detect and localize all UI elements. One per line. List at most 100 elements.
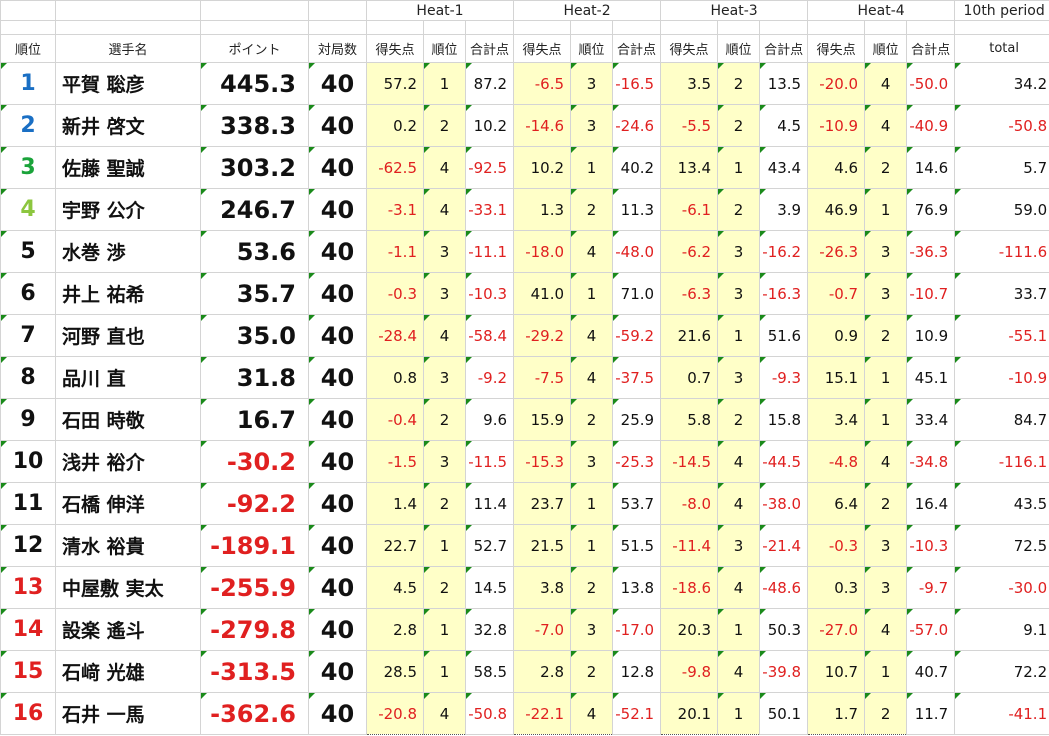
heat-2-score-cell[interactable]: 23.7	[513, 482, 572, 525]
heat-1-title[interactable]: Heat-1	[365, 0, 515, 21]
heat-2-cumulative-cell[interactable]: 71.0	[612, 272, 662, 315]
heat-2-cumulative-cell[interactable]: 12.8	[612, 650, 662, 693]
heat-4-score-cell[interactable]: 4.6	[807, 146, 866, 189]
heat-2-score-cell[interactable]: -14.6	[513, 104, 572, 147]
heat-4-cumulative-cell[interactable]: -10.3	[906, 524, 956, 567]
total-cell[interactable]: -41.1	[954, 692, 1049, 735]
games-cell[interactable]: 40	[308, 398, 367, 441]
heat-4-place-cell[interactable]: 4	[864, 62, 908, 105]
heat-2-score-cell[interactable]: 21.5	[513, 524, 572, 567]
heat-1-score-cell[interactable]: 57.2	[366, 62, 424, 105]
points-cell[interactable]: 445.3	[200, 62, 309, 105]
header-h1-score[interactable]: 得失点	[366, 34, 424, 63]
heat-3-cumulative-cell[interactable]: 15.8	[759, 398, 809, 441]
games-cell[interactable]: 40	[308, 482, 367, 525]
header-h3-place[interactable]: 順位	[717, 34, 761, 63]
heat-3-cumulative-cell[interactable]: 3.9	[759, 188, 809, 231]
heat-2-place-cell[interactable]: 4	[570, 314, 614, 357]
heat-2-score-cell[interactable]: -7.0	[513, 608, 572, 651]
heat-1-cumulative-cell[interactable]: -11.1	[464, 230, 515, 273]
heat-4-score-cell[interactable]: -26.3	[807, 230, 866, 273]
heat-4-cumulative-cell[interactable]: 14.6	[906, 146, 956, 189]
heat-4-place-cell[interactable]: 2	[864, 692, 908, 735]
player-name-cell[interactable]: 水巻 渉	[55, 230, 201, 273]
heat-2-score-cell[interactable]: 41.0	[513, 272, 572, 315]
heat-3-cumulative-cell[interactable]: 50.3	[759, 608, 809, 651]
heat-4-score-cell[interactable]: 46.9	[807, 188, 866, 231]
heat-3-place-cell[interactable]: 1	[717, 146, 761, 189]
heat-1-place-cell[interactable]: 4	[423, 314, 466, 357]
heat-1-cumulative-cell[interactable]: 10.2	[464, 104, 515, 147]
heat-3-score-cell[interactable]: -11.4	[660, 524, 719, 567]
heat-4-place-cell[interactable]: 4	[864, 608, 908, 651]
blank-cell[interactable]	[660, 20, 719, 35]
games-cell[interactable]: 40	[308, 314, 367, 357]
period-title[interactable]: 10th period	[954, 0, 1049, 21]
heat-4-score-cell[interactable]: 10.7	[807, 650, 866, 693]
rank-cell[interactable]: 2	[0, 104, 56, 147]
heat-1-cumulative-cell[interactable]: 9.6	[464, 398, 515, 441]
blank-cell[interactable]	[55, 0, 201, 21]
blank-cell[interactable]	[366, 20, 424, 35]
points-cell[interactable]: -255.9	[200, 566, 309, 609]
heat-1-cumulative-cell[interactable]: 14.5	[464, 566, 515, 609]
total-cell[interactable]: -30.0	[954, 566, 1049, 609]
heat-3-score-cell[interactable]: -8.0	[660, 482, 719, 525]
heat-3-cumulative-cell[interactable]: 43.4	[759, 146, 809, 189]
heat-2-cumulative-cell[interactable]: -25.3	[612, 440, 662, 483]
heat-1-cumulative-cell[interactable]: 58.5	[464, 650, 515, 693]
blank-cell[interactable]	[717, 20, 761, 35]
heat-3-place-cell[interactable]: 1	[717, 608, 761, 651]
heat-3-place-cell[interactable]: 3	[717, 230, 761, 273]
header-h3-cum[interactable]: 合計点	[759, 34, 809, 63]
heat-4-place-cell[interactable]: 2	[864, 314, 908, 357]
heat-3-place-cell[interactable]: 4	[717, 566, 761, 609]
heat-4-cumulative-cell[interactable]: 40.7	[906, 650, 956, 693]
player-name-cell[interactable]: 井上 祐希	[55, 272, 201, 315]
blank-cell[interactable]	[0, 20, 56, 35]
heat-1-cumulative-cell[interactable]: 52.7	[464, 524, 515, 567]
total-cell[interactable]: 33.7	[954, 272, 1049, 315]
heat-2-cumulative-cell[interactable]: -37.5	[612, 356, 662, 399]
heat-1-cumulative-cell[interactable]: -9.2	[464, 356, 515, 399]
blank-cell[interactable]	[906, 20, 956, 35]
header-h4-score[interactable]: 得失点	[807, 34, 866, 63]
heat-3-cumulative-cell[interactable]: 51.6	[759, 314, 809, 357]
games-cell[interactable]: 40	[308, 230, 367, 273]
blank-cell[interactable]	[464, 20, 515, 35]
total-cell[interactable]: -111.6	[954, 230, 1049, 273]
heat-2-place-cell[interactable]: 1	[570, 272, 614, 315]
header-h4-cum[interactable]: 合計点	[906, 34, 956, 63]
heat-3-score-cell[interactable]: 21.6	[660, 314, 719, 357]
total-cell[interactable]: -116.1	[954, 440, 1049, 483]
heat-2-place-cell[interactable]: 3	[570, 608, 614, 651]
heat-4-cumulative-cell[interactable]: -40.9	[906, 104, 956, 147]
heat-1-score-cell[interactable]: 22.7	[366, 524, 424, 567]
heat-1-score-cell[interactable]: -3.1	[366, 188, 424, 231]
heat-4-cumulative-cell[interactable]: 45.1	[906, 356, 956, 399]
rank-cell[interactable]: 6	[0, 272, 56, 315]
heat-1-place-cell[interactable]: 1	[423, 524, 466, 567]
heat-4-place-cell[interactable]: 4	[864, 104, 908, 147]
player-name-cell[interactable]: 石田 時敬	[55, 398, 201, 441]
heat-1-cumulative-cell[interactable]: -58.4	[464, 314, 515, 357]
heat-2-score-cell[interactable]: -7.5	[513, 356, 572, 399]
heat-3-score-cell[interactable]: -9.8	[660, 650, 719, 693]
blank-cell[interactable]	[570, 20, 614, 35]
heat-4-cumulative-cell[interactable]: 10.9	[906, 314, 956, 357]
heat-3-score-cell[interactable]: -18.6	[660, 566, 719, 609]
heat-2-score-cell[interactable]: 3.8	[513, 566, 572, 609]
heat-1-place-cell[interactable]: 4	[423, 188, 466, 231]
heat-2-place-cell[interactable]: 3	[570, 104, 614, 147]
blank-cell[interactable]	[308, 20, 367, 35]
heat-4-score-cell[interactable]: -0.7	[807, 272, 866, 315]
heat-1-score-cell[interactable]: -28.4	[366, 314, 424, 357]
heat-1-score-cell[interactable]: -0.4	[366, 398, 424, 441]
player-name-cell[interactable]: 中屋敷 実太	[55, 566, 201, 609]
games-cell[interactable]: 40	[308, 62, 367, 105]
total-cell[interactable]: 5.7	[954, 146, 1049, 189]
points-cell[interactable]: -313.5	[200, 650, 309, 693]
heat-4-place-cell[interactable]: 2	[864, 482, 908, 525]
heat-2-place-cell[interactable]: 4	[570, 692, 614, 735]
heat-2-cumulative-cell[interactable]: -59.2	[612, 314, 662, 357]
